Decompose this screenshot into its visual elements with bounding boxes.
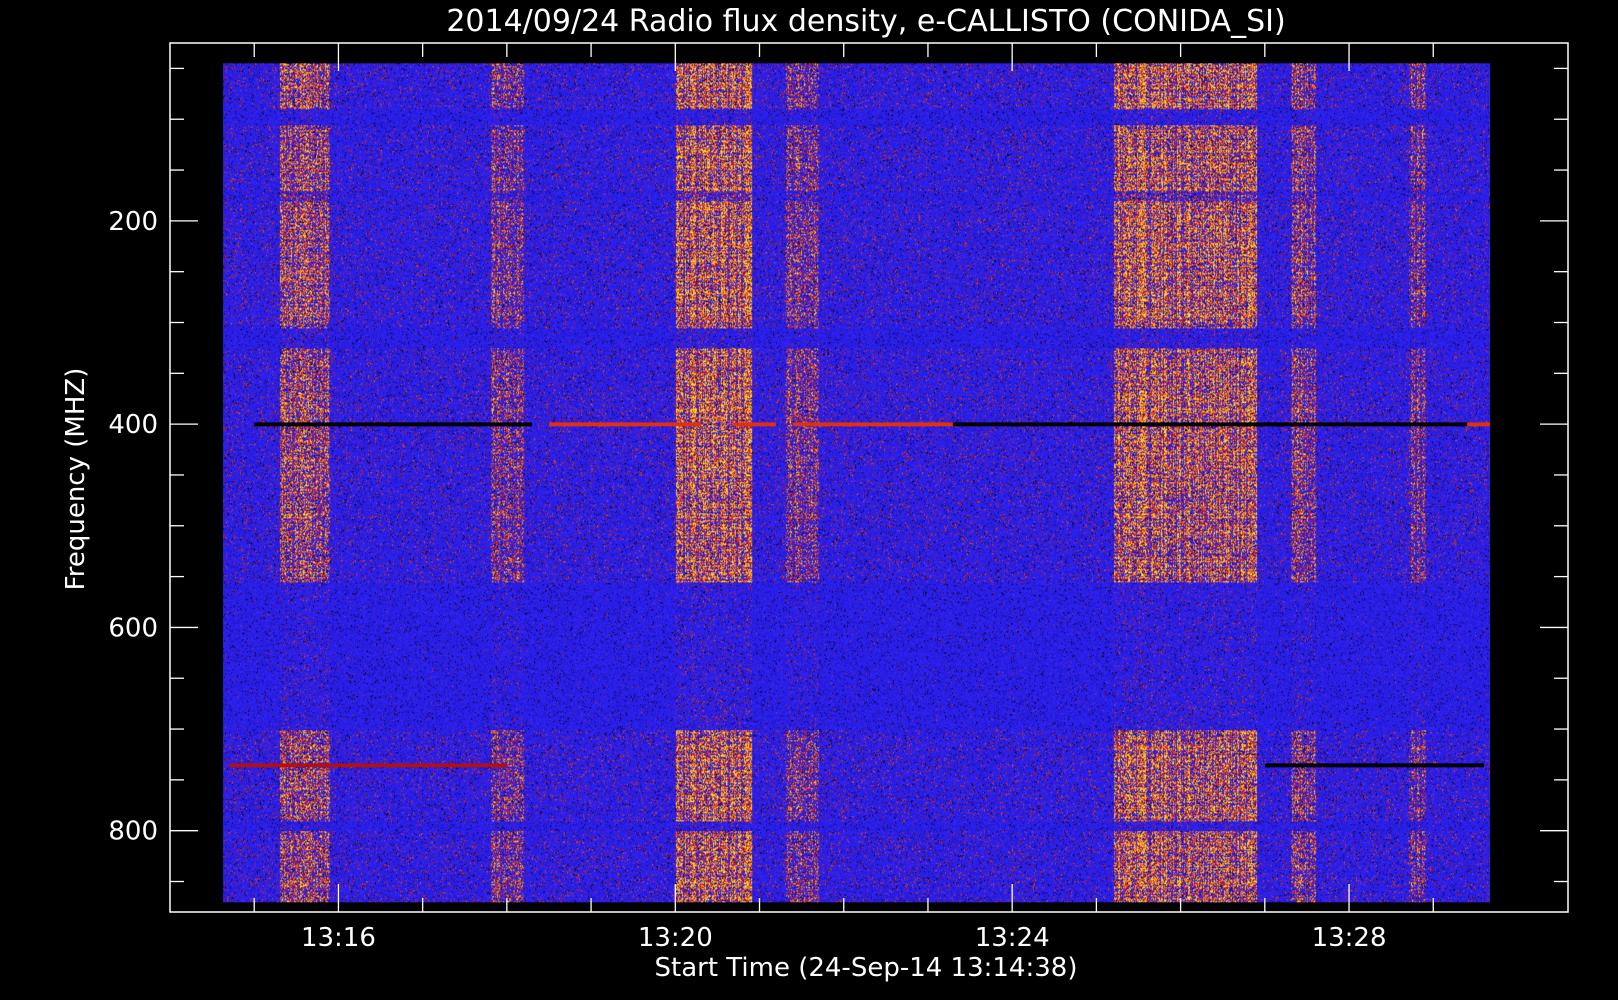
x-axis-label: Start Time (24-Sep-14 13:14:38)	[655, 953, 1078, 983]
y-tick-label: 600	[108, 613, 158, 643]
heatmap-layer	[223, 63, 1491, 903]
spectrogram-image	[223, 63, 1491, 903]
x-tick-label: 13:28	[1312, 923, 1387, 953]
y-tick-label: 800	[108, 817, 158, 847]
y-tick-label: 400	[108, 410, 158, 440]
y-tick-label: 200	[108, 207, 158, 237]
y-axis-label: Frequency (MHZ)	[61, 368, 91, 591]
x-tick-label: 13:20	[638, 923, 713, 953]
chart-title: 2014/09/24 Radio flux density, e-CALLIST…	[446, 4, 1285, 39]
spectrogram-chart: 2014/09/24 Radio flux density, e-CALLIST…	[0, 0, 1618, 1000]
x-tick-label: 13:24	[975, 923, 1050, 953]
x-tick-label: 13:16	[301, 923, 376, 953]
